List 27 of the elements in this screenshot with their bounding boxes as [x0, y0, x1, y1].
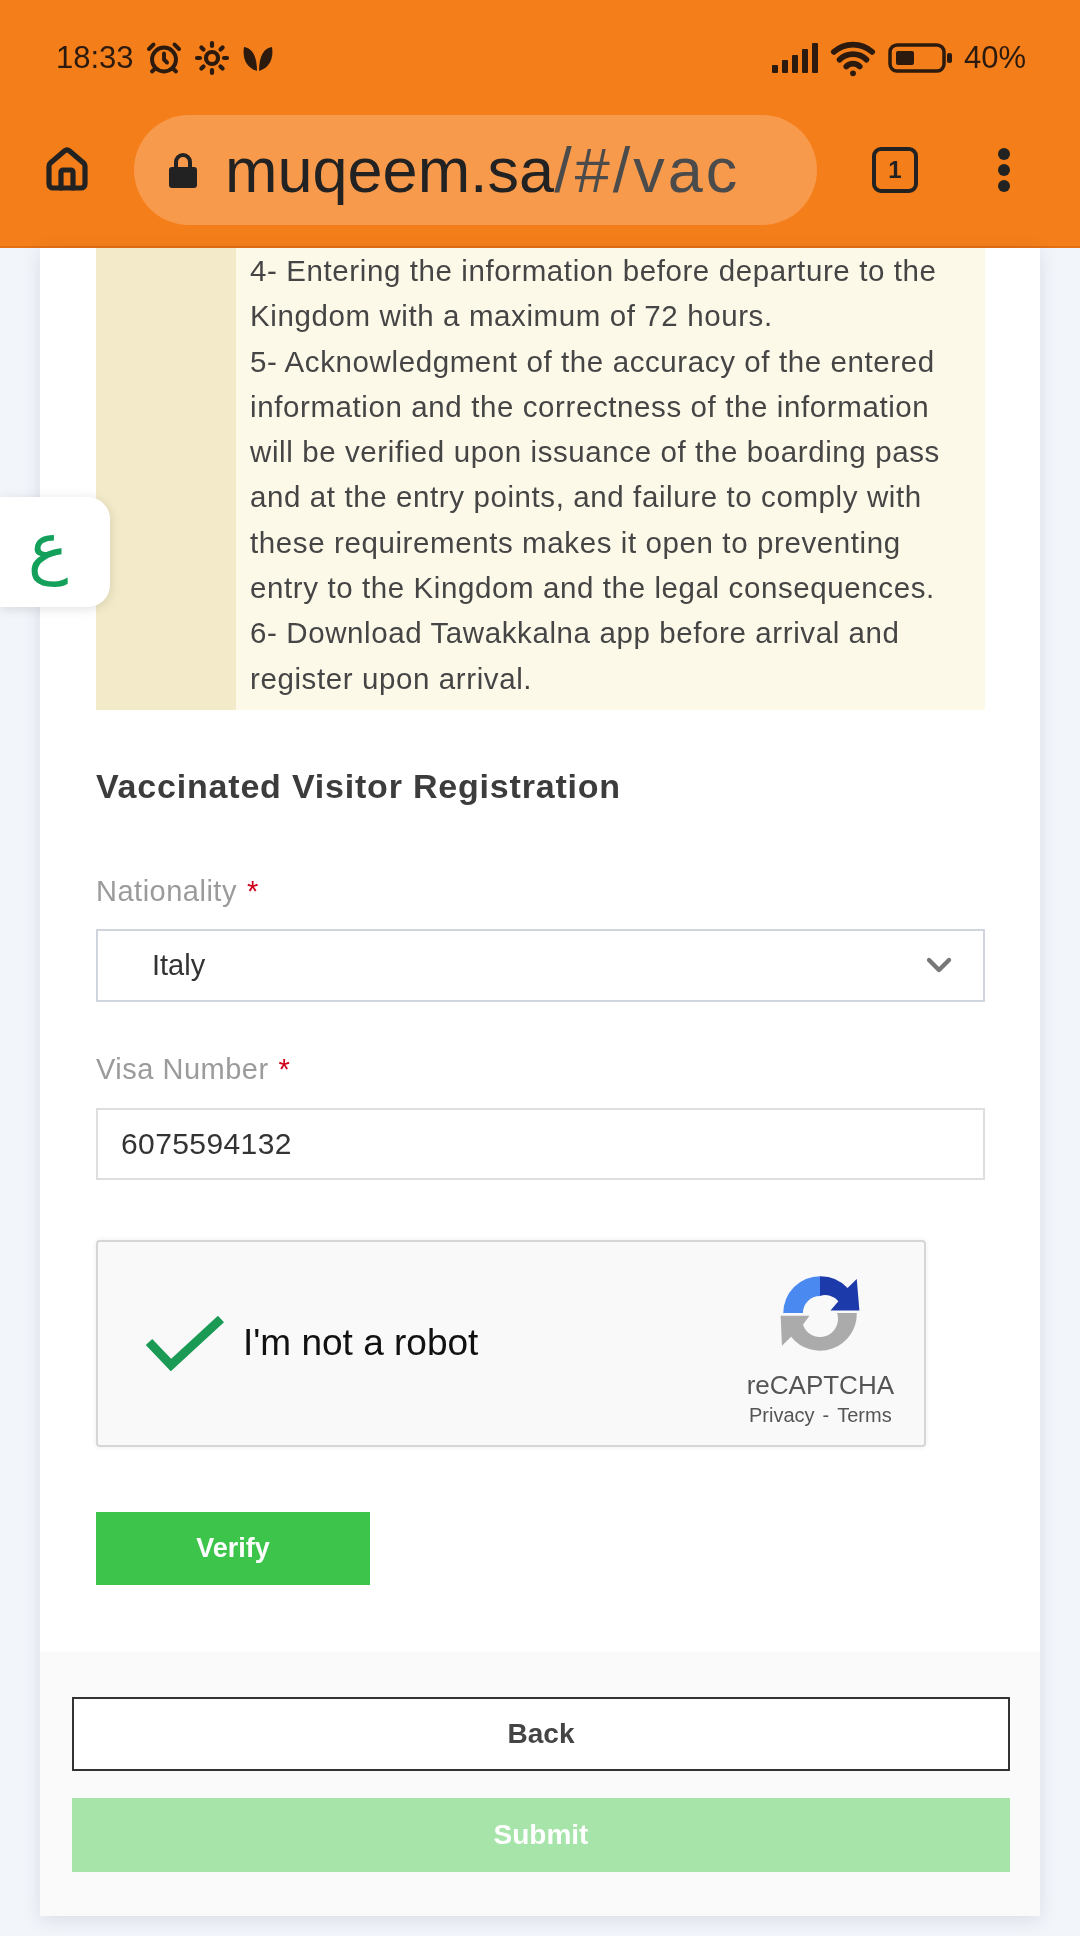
back-button[interactable]: Back: [72, 1696, 1010, 1771]
url-text: muqeem.sa/#/vac: [225, 134, 741, 206]
signal-icon: [771, 42, 818, 73]
visa-number-field[interactable]: 6075594132: [96, 1107, 985, 1180]
notice-paragraph: 4- Entering the information before departure to the Kingdom with a maximum of 72 hours.: [250, 253, 938, 335]
lock-icon: [169, 152, 197, 188]
sun-icon: [193, 39, 230, 76]
captcha-brand: reCAPTCHA: [746, 1369, 894, 1402]
captcha-link[interactable]: Terms: [837, 1403, 892, 1428]
checkmark-icon[interactable]: [146, 1315, 224, 1372]
home-icon[interactable]: [43, 146, 91, 194]
address-bar[interactable]: muqeem.sa/#/vac: [134, 115, 817, 225]
battery-percent: 40%: [963, 39, 1026, 76]
notice-paragraph: 5- Acknowledgment of the accuracy of the entered information and the correctness of the information will be verified upon issuance of the boarding pass and at the entry points, and failure to comply with these requirements makes it open to preventing entry to the Kingdom and the legal consequences.: [250, 343, 941, 607]
link-separator: -: [822, 1403, 830, 1428]
captcha-link[interactable]: Privacy: [748, 1403, 815, 1428]
alarm-clock-icon: [145, 39, 182, 76]
field-label: Visa Number *: [96, 1051, 291, 1087]
menu-icon[interactable]: [997, 147, 1011, 193]
tab-count-button[interactable]: 1: [872, 147, 918, 193]
captcha-label: I'm not a robot: [243, 1322, 479, 1365]
notice-paragraph: 6- Download Tawakkalna app before arrival and register upon arrival.: [250, 615, 901, 697]
clock-time: 18:33: [56, 39, 134, 76]
nationality-select[interactable]: Italy: [96, 928, 985, 1002]
battery-icon: [887, 42, 952, 73]
form-title: Vaccinated Visitor Registration: [96, 765, 621, 806]
field-label: Nationality *: [96, 873, 259, 909]
